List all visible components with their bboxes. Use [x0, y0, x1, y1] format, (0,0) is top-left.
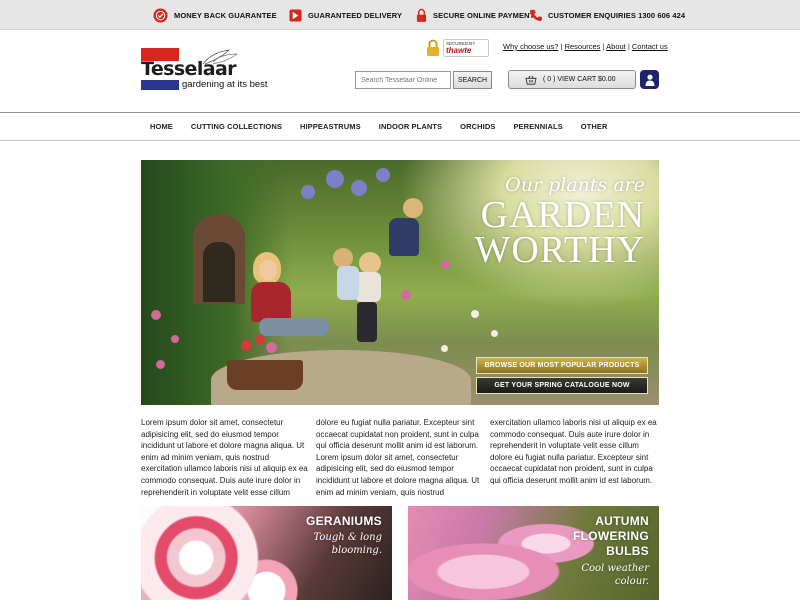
woman-face: [259, 260, 277, 280]
link-about[interactable]: About: [606, 42, 626, 51]
customer-enquiries-label: CUSTOMER ENQUIRIES 1300 606 424: [548, 10, 686, 20]
basket-flower: [266, 342, 277, 353]
woman-jeans: [259, 318, 329, 336]
thawte-brand: thawte: [446, 46, 472, 55]
white-flower: [441, 345, 448, 352]
nav-other[interactable]: OTHER: [576, 122, 613, 131]
tile-autumn-subtitle: Cool weather colour.: [581, 563, 649, 587]
nav-perennials[interactable]: PERENNIALS: [508, 122, 567, 131]
main-navigation: HOME CUTTING COLLECTIONS HIPPEASTRUMS IN…: [0, 112, 800, 141]
secure-payment-label: SECURE ONLINE PAYMENT: [433, 10, 535, 20]
toddler-head: [333, 248, 353, 268]
header-links: Why choose us? | Resources | About | Con…: [503, 42, 668, 51]
pink-flower: [171, 335, 179, 343]
child-head: [359, 252, 381, 274]
secure-online-payment: SECURE ONLINE PAYMENT: [416, 7, 534, 23]
view-cart-button[interactable]: ( 0 ) VIEW CART $0.00: [508, 70, 636, 89]
hero-tagline: Our plants are: [505, 174, 645, 196]
cart-label: ( 0 ) VIEW CART $0.00: [543, 76, 616, 83]
hero-arch-doorway: [203, 242, 235, 302]
phone-icon: [530, 9, 542, 21]
pink-flower: [401, 290, 411, 300]
tile-geraniums-title: GERANIUMS: [305, 514, 382, 528]
tile-geraniums-subtitle: Tough & long blooming.: [313, 532, 382, 556]
link-contact-us[interactable]: Contact us: [632, 42, 668, 51]
search-button[interactable]: SEARCH: [453, 71, 492, 89]
pink-flower: [441, 260, 450, 269]
basket-flower: [241, 340, 252, 351]
toddler-body: [337, 266, 359, 300]
customer-enquiries[interactable]: CUSTOMER ENQUIRIES 1300 606 424: [530, 7, 685, 23]
pink-flower: [151, 310, 161, 320]
site-logo[interactable]: Tesselaar gardening at its best: [141, 48, 271, 94]
guaranteed-delivery: GUARANTEED DELIVERY: [289, 7, 402, 23]
flower-basket: [227, 360, 303, 390]
white-flower: [471, 310, 479, 318]
lock-icon: [416, 8, 427, 22]
top-utility-bar: MONEY BACK GUARANTEE GUARANTEED DELIVERY…: [0, 0, 800, 30]
tile-geraniums[interactable]: GERANIUMS Tough & long blooming.: [141, 506, 392, 600]
money-back-label: MONEY BACK GUARANTEE: [174, 10, 277, 20]
agapanthus-flower: [326, 170, 344, 188]
tile-autumn-flowering-bulbs[interactable]: AUTUMN FLOWERING BULBS Cool weather colo…: [408, 506, 659, 600]
security-seal[interactable]: SECURED BY thawte: [426, 38, 492, 58]
delivery-icon: [289, 8, 302, 22]
tile-autumn-title: AUTUMN FLOWERING BULBS: [572, 514, 649, 558]
money-back-guarantee: MONEY BACK GUARANTEE: [153, 7, 277, 23]
browse-popular-products-button[interactable]: BROWSE OUR MOST POPULAR PRODUCTS: [476, 357, 648, 374]
user-icon: [645, 74, 654, 86]
logo-tagline: gardening at its best: [182, 79, 268, 90]
body-text-column-1: Lorem ipsum dolor sit amet, consectetur …: [141, 418, 308, 497]
back-child-head: [403, 198, 423, 218]
guaranteed-delivery-label: GUARANTEED DELIVERY: [308, 10, 403, 20]
hero-headline-line2: WORTHY: [474, 229, 645, 271]
agapanthus-flower: [376, 168, 390, 182]
agapanthus-flower: [351, 180, 367, 196]
nav-cutting-collections[interactable]: CUTTING COLLECTIONS: [186, 122, 287, 131]
agapanthus-flower: [301, 185, 315, 199]
spring-catalogue-button[interactable]: GET YOUR SPRING CATALOGUE NOW: [476, 377, 648, 394]
account-button[interactable]: [640, 70, 659, 89]
search-input[interactable]: [355, 71, 451, 89]
child-pants: [357, 302, 377, 342]
hero-headline: GARDEN WORTHY: [474, 194, 645, 271]
thawte-badge: SECURED BY thawte: [443, 39, 489, 57]
nav-orchids[interactable]: ORCHIDS: [455, 122, 500, 131]
body-text-column-3: exercitation ullamco laboris nisi ut ali…: [490, 418, 657, 485]
logo-blue-bar: [141, 80, 179, 90]
white-flower: [491, 330, 498, 337]
link-resources[interactable]: Resources: [565, 42, 601, 51]
hero-headline-line1: GARDEN: [480, 194, 645, 236]
link-why-choose-us[interactable]: Why choose us?: [503, 42, 558, 51]
badge-icon: [153, 7, 168, 23]
hero-banner: Our plants are GARDEN WORTHY BROWSE OUR …: [141, 160, 659, 405]
nav-indoor-plants[interactable]: INDOOR PLANTS: [374, 122, 447, 131]
woman-top: [251, 282, 291, 322]
pink-flower: [156, 360, 165, 369]
back-child-top: [389, 218, 419, 256]
basket-icon: [525, 75, 537, 85]
padlock-icon: [427, 39, 439, 56]
basket-flower: [255, 335, 265, 345]
body-text-column-2: dolore eu fugiat nulla pariatur. Excepte…: [316, 418, 480, 497]
logo-wordmark: Tesselaar: [141, 58, 237, 80]
nav-home[interactable]: HOME: [145, 122, 178, 131]
nav-hippeastrums[interactable]: HIPPEASTRUMS: [295, 122, 366, 131]
